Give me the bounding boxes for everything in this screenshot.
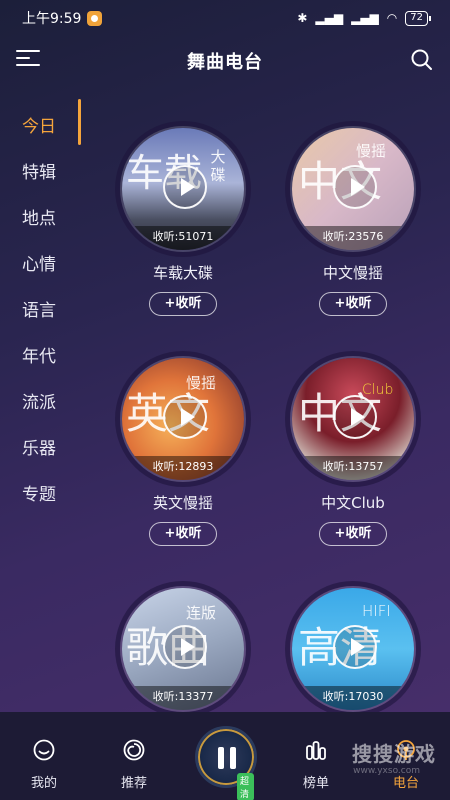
station-cover[interactable]: 歌曲 连版 收听:13377 [120,586,246,712]
station-title: 中文Club [321,494,385,512]
listen-count: 收听:17030 [292,686,414,710]
category-sidebar: 今日 特辑 地点 心情 语言 年代 流派 乐器 专题 [0,92,82,712]
nav-item-charts[interactable]: 榜单 [286,738,346,791]
cover-art-subtext: 慢摇 [356,142,387,160]
sidebar-item-era[interactable]: 年代 [22,342,56,367]
cover-art-subtext: 连版 [186,604,217,622]
listen-count: 收听:13757 [292,456,414,480]
signal-icon: ▂▄▆ [315,11,344,25]
status-time: 上午9:59 [22,11,82,27]
station-title: 车载大碟 [152,264,213,282]
listen-count: 收听:51071 [122,226,244,250]
nav-label: 推荐 [120,776,147,791]
cover-art-subtext: 大碟 [210,148,226,184]
add-listen-button[interactable]: +收听 [149,292,217,316]
add-listen-button[interactable]: +收听 [319,292,387,316]
smile-icon [33,739,55,761]
add-listen-button[interactable]: +收听 [149,522,217,546]
watermark-url: www.yxso.com [353,766,420,776]
cover-art-subtext: HIFI [362,602,391,620]
nav-item-recommend[interactable]: 推荐 [104,738,164,791]
play-icon[interactable] [163,165,207,209]
header: 舞曲电台 [0,38,450,84]
sidebar-item-genre[interactable]: 流派 [22,388,56,413]
play-icon[interactable] [333,165,377,209]
play-icon[interactable] [163,395,207,439]
charts-icon [306,741,326,760]
sidebar-item-instrument[interactable]: 乐器 [22,434,56,459]
sidebar-item-special[interactable]: 特辑 [22,158,56,183]
battery-indicator: 72 [405,10,431,26]
bottom-navigation: 我的 推荐 超清 榜单 电台 搜搜游戏 www.yxso.com [0,712,450,800]
station-title: 中文慢摇 [322,264,383,282]
watermark-logo: 搜搜游戏 [352,742,436,766]
station-cover[interactable]: 车载 大碟 收听:51071 [120,126,246,252]
wifi-icon: ◠ [386,11,398,25]
sidebar-item-topic[interactable]: 专题 [22,480,56,505]
status-bar: 上午9:59 ✱ ▂▄▆ ▂▄▆ ◠ 72 [0,0,450,36]
pause-icon[interactable] [218,747,236,769]
station-cover[interactable]: 高清 HIFI 收听:17030 [290,586,416,712]
listen-count: 收听:23576 [292,226,414,250]
sidebar-item-today[interactable]: 今日 [22,112,56,137]
page-title: 舞曲电台 [187,52,263,73]
search-icon[interactable] [410,48,434,72]
cover-art-subtext: 慢摇 [186,374,217,392]
menu-icon[interactable] [16,50,40,70]
play-icon[interactable] [333,395,377,439]
sidebar-item-mood[interactable]: 心情 [22,250,56,275]
spiral-icon [123,739,145,761]
signal-icon-2: ▂▄▆ [351,11,379,25]
listen-count: 收听:13377 [122,686,244,710]
nav-label: 我的 [30,776,57,791]
notification-app-icon [87,10,103,26]
sidebar-item-language[interactable]: 语言 [22,296,56,321]
active-indicator [78,99,81,145]
add-listen-button[interactable]: +收听 [319,522,387,546]
sidebar-item-location[interactable]: 地点 [22,204,56,229]
station-cover[interactable]: 中文 慢摇 收听:23576 [290,126,416,252]
play-icon[interactable] [333,625,377,669]
station-cover[interactable]: 中文 Club 收听:13757 [290,356,416,482]
now-playing-disc[interactable]: 超清 [195,726,257,800]
station-cover[interactable]: 英文 慢摇 收听:12893 [120,356,246,482]
play-icon[interactable] [163,625,207,669]
cover-art-subtext: Club [362,382,394,398]
nav-item-mine[interactable]: 我的 [14,738,74,791]
quality-badge: 超清 [237,773,254,800]
bluetooth-icon: ✱ [297,11,308,25]
station-title: 英文慢摇 [152,494,213,512]
nav-label: 榜单 [302,776,329,791]
listen-count: 收听:12893 [122,456,244,480]
